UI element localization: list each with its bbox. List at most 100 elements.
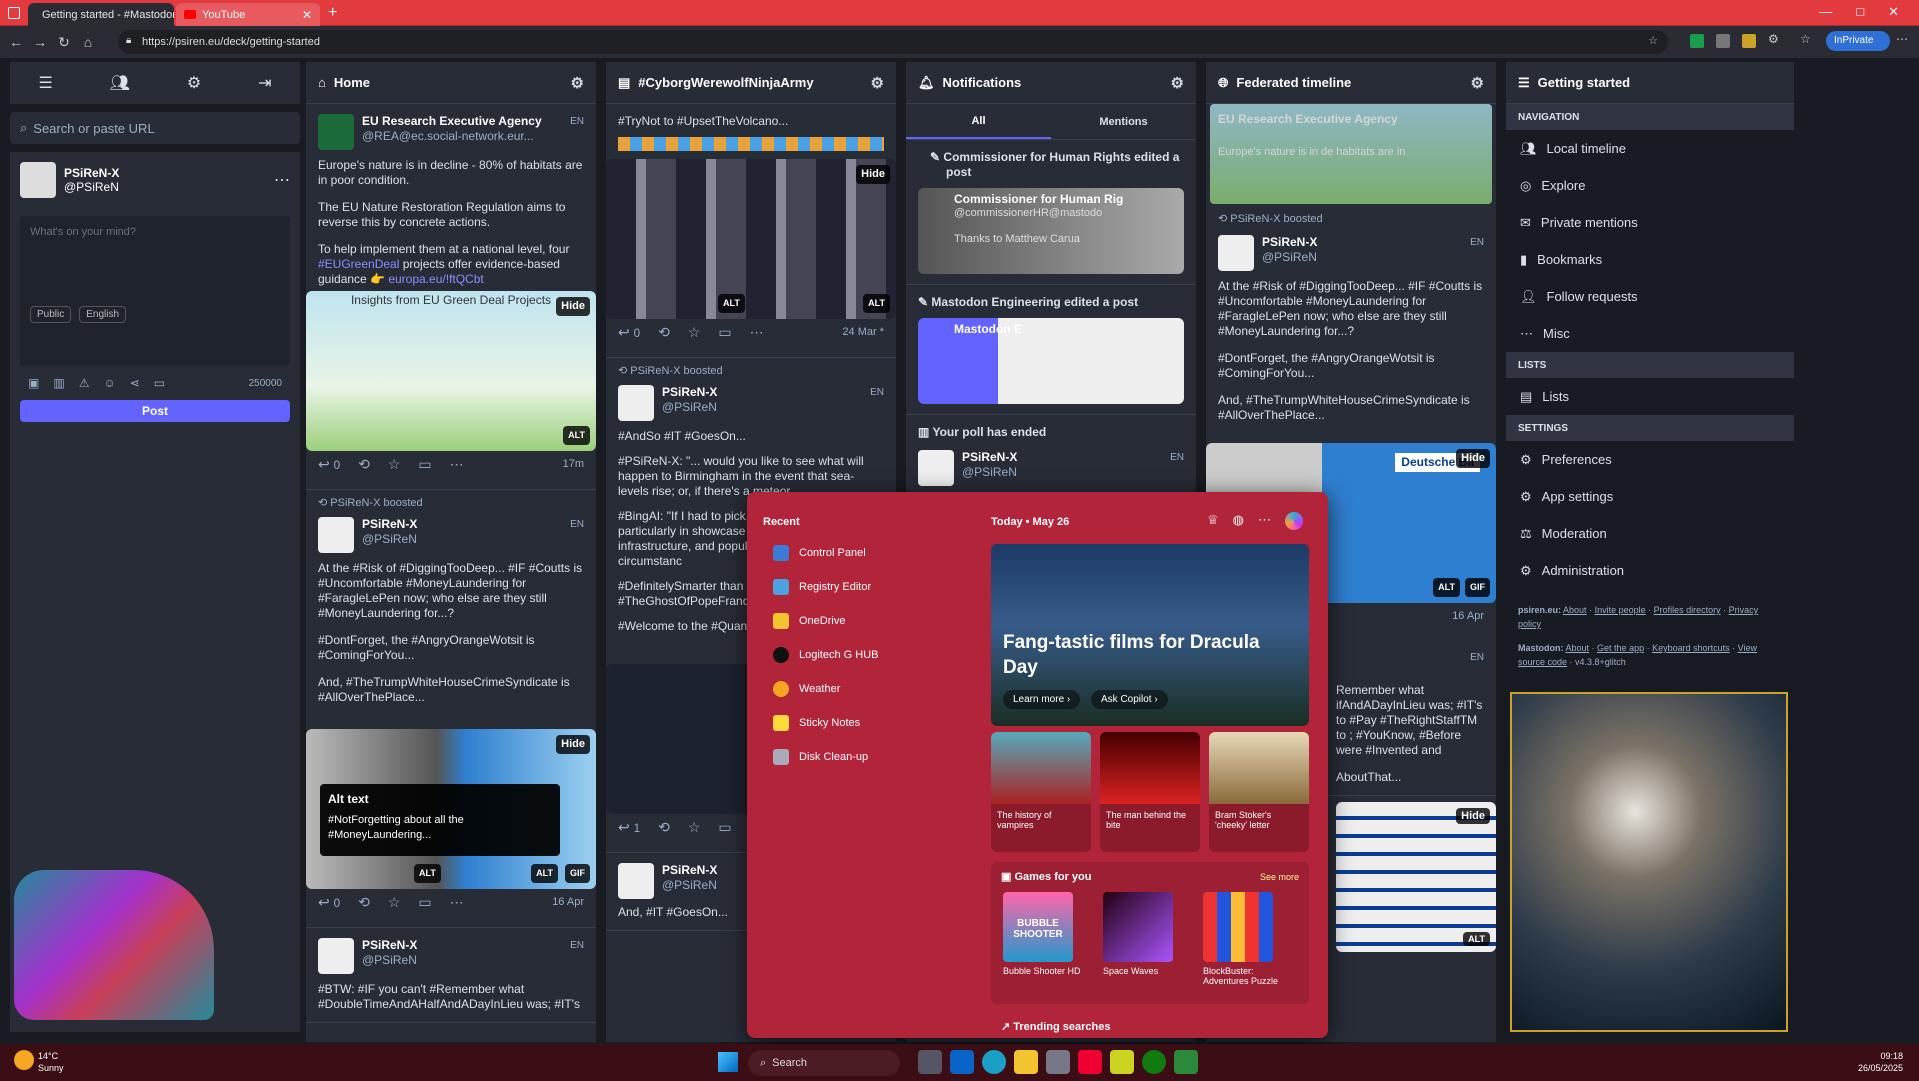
reply-icon[interactable]: ↩ 0 <box>618 325 640 341</box>
alt-badge[interactable]: ALT <box>718 294 745 313</box>
link[interactable]: europa.eu/!ftQCbt <box>388 272 483 286</box>
refresh-icon[interactable]: ↻ <box>52 30 76 54</box>
tab-all[interactable]: All <box>906 105 1051 139</box>
url-field[interactable]: 🔒︎ https://psiren.eu/deck/getting-starte… <box>118 30 1668 54</box>
inprivate-badge[interactable]: InPrivate <box>1826 31 1890 51</box>
notification[interactable]: ✎ Mastodon Engineering edited a post Mas… <box>906 285 1196 415</box>
status-image[interactable]: Alt text #NotForgetting about all the #M… <box>306 729 596 889</box>
image-icon[interactable]: ▣ <box>28 376 39 390</box>
recent-onedrive[interactable]: OneDrive <box>747 604 967 638</box>
favorites-icon[interactable]: ☆ <box>1800 32 1811 46</box>
avatar[interactable] <box>918 450 954 486</box>
more-icon[interactable]: ⋯ <box>750 325 764 341</box>
close-tab-icon[interactable]: ✕ <box>302 8 312 22</box>
news-card[interactable]: The man behind the bite <box>1100 732 1200 852</box>
notification-preview[interactable]: Commissioner for Human Rig @commissioner… <box>918 188 1184 274</box>
new-tab-button[interactable]: + <box>328 4 337 22</box>
recent-registry-editor[interactable]: Registry Editor <box>747 570 967 604</box>
favourite-icon[interactable]: ☆ <box>388 895 401 911</box>
boost-icon[interactable]: ⟲ <box>358 457 370 473</box>
hide-button[interactable]: Hide <box>556 735 590 754</box>
favourite-icon[interactable]: ☆ <box>688 325 701 341</box>
federated-column-header[interactable]: 🌐︎ Federated timeline ⚙ <box>1206 62 1496 104</box>
status-image[interactable]: Hide ALT <box>1336 802 1496 952</box>
bookmark-icon[interactable]: ▭ <box>718 325 731 341</box>
alt-badge[interactable]: ALT <box>414 864 441 883</box>
home-column-header[interactable]: ⌂ Home ⚙ <box>306 62 596 104</box>
hero-card[interactable]: Fang-tastic films for Dracula Day Learn … <box>991 544 1309 726</box>
nav-follow-requests[interactable]: 👤︎ Follow requests <box>1506 278 1794 315</box>
news-card[interactable]: Bram Stoker's 'cheeky' letter <box>1209 732 1309 852</box>
hide-button[interactable]: Hide <box>856 165 890 184</box>
alt-badge[interactable]: ALT <box>1463 932 1490 946</box>
avatar[interactable] <box>318 114 354 150</box>
status[interactable]: #TryNot to #UpsetTheVolcano... Hide ALT … <box>606 104 896 357</box>
avatar[interactable] <box>20 162 56 198</box>
window-controls[interactable]: — □ ✕ <box>1819 4 1899 20</box>
recent-control-panel[interactable]: Control Panel <box>747 536 967 570</box>
recent-logitech[interactable]: Logitech G HUB <box>747 638 967 672</box>
avatar[interactable] <box>318 517 354 553</box>
status[interactable]: PSiReN-X @PSiReN EN #BTW: #IF you can't #… <box>306 928 596 1023</box>
more-icon[interactable]: ⋯ <box>450 457 464 473</box>
people-icon[interactable]: 👥︎ <box>110 73 130 93</box>
copilot-icon[interactable] <box>1285 512 1303 530</box>
bookmark-icon[interactable]: ▭ <box>718 820 731 836</box>
search-field[interactable]: ⌕ Search or paste URL <box>10 112 300 144</box>
task-view-icon[interactable] <box>918 1050 942 1074</box>
emoji-icon[interactable]: ☺ <box>103 376 115 390</box>
avatar[interactable] <box>1218 235 1254 271</box>
app-icon[interactable] <box>1110 1050 1134 1074</box>
alt-badge[interactable]: ALT <box>531 864 558 883</box>
column-settings-icon[interactable]: ⚙ <box>871 74 884 92</box>
tab-mentions[interactable]: Mentions <box>1051 116 1196 128</box>
post-button[interactable]: Post <box>20 400 290 422</box>
nav-preferences[interactable]: ⚙ Preferences <box>1506 441 1794 478</box>
reply-icon[interactable]: ↩ 0 <box>318 895 340 911</box>
logout-icon[interactable]: ⇥ <box>258 73 271 93</box>
weather-widget[interactable]: 14°C Sunny <box>38 1050 64 1074</box>
warning-icon[interactable]: ⚠ <box>79 376 90 390</box>
favorite-star-icon[interactable]: ☆ <box>1648 34 1658 47</box>
alt-badge[interactable]: ALT <box>563 426 590 445</box>
weather-icon[interactable] <box>14 1050 34 1070</box>
news-card[interactable]: The history of vampires <box>991 732 1091 852</box>
learn-more-button[interactable]: Learn more › <box>1003 690 1081 709</box>
ask-copilot-button[interactable]: Ask Copilot › <box>1091 690 1168 709</box>
nav-explore[interactable]: ◎ Explore <box>1506 167 1794 204</box>
bookmark-icon[interactable]: ▭ <box>418 895 431 911</box>
windows-start-icon[interactable] <box>718 1052 738 1072</box>
compose-textarea[interactable]: What's on your mind? Public English <box>20 216 290 366</box>
boost-icon[interactable]: ⟲ <box>658 325 670 341</box>
boost-icon[interactable]: ⟲ <box>658 820 670 836</box>
extension-icon[interactable] <box>1742 34 1756 48</box>
bookmark-icon[interactable]: ▭ <box>154 376 165 390</box>
menu-icon[interactable]: ☰ <box>38 73 52 93</box>
status[interactable]: EU Research Executive Agency @REA@ec.soc… <box>306 104 596 490</box>
visibility-button[interactable]: Public <box>30 306 72 323</box>
notification-preview[interactable]: Mastodon E <box>918 318 1184 404</box>
tab-getting-started[interactable]: Getting started - #MastodonSpyR... ✕ <box>28 3 174 26</box>
nav-bookmarks[interactable]: ▮ Bookmarks <box>1506 241 1794 278</box>
gif-badge[interactable]: GIF <box>1465 578 1490 597</box>
nav-local-timeline[interactable]: 👥︎ Local timeline <box>1506 130 1794 167</box>
home-icon[interactable]: ⌂ <box>76 30 100 54</box>
alt-badge[interactable]: ALT <box>863 294 890 313</box>
extension-icon[interactable] <box>1716 34 1730 48</box>
reply-icon[interactable]: ↩ 1 <box>618 820 640 836</box>
game-tile[interactable] <box>1203 892 1273 962</box>
tab-actions-icon[interactable] <box>8 7 20 19</box>
avatar[interactable] <box>618 863 654 899</box>
bookmark-icon[interactable]: ▭ <box>418 457 431 473</box>
column-settings-icon[interactable]: ⚙ <box>571 74 584 92</box>
status-ghost[interactable]: EU Research Executive Agency Europe's na… <box>1210 104 1492 204</box>
tab-youtube[interactable]: YouTube ✕ <box>176 3 320 26</box>
trophy-icon[interactable]: ♕ <box>1207 512 1219 530</box>
nav-lists[interactable]: ▤ Lists <box>1506 378 1794 415</box>
taskbar-search[interactable]: ⌕ Search <box>748 1050 900 1076</box>
extension-icon[interactable] <box>1690 34 1704 48</box>
nav-app-settings[interactable]: ⚙ App settings <box>1506 478 1794 515</box>
file-explorer-icon[interactable] <box>1014 1050 1038 1074</box>
stock-chart-icon[interactable] <box>1174 1050 1198 1074</box>
notification[interactable]: ✎ Commissioner for Human Rights edited a… <box>906 140 1196 285</box>
